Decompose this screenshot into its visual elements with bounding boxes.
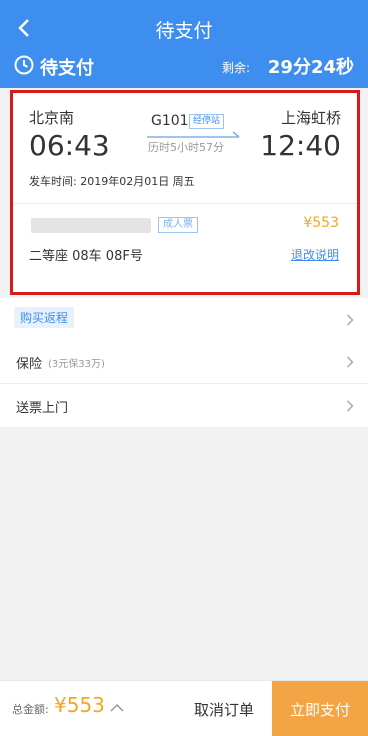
- cancel-order-button[interactable]: 取消订单: [180, 681, 268, 736]
- bottom-bar: 总金额: ¥553 取消订单 立即支付: [0, 680, 368, 736]
- chevron-right-icon: [346, 356, 354, 368]
- trip-duration: 历时5小时57分: [148, 141, 224, 154]
- ticket-card: 北京南 上海虹桥 06:43 12:40 G101 经停站 历时5小时57分 发…: [10, 90, 360, 295]
- route-arrow-icon: [147, 131, 240, 138]
- nav-bar: 待支付: [0, 8, 368, 48]
- departure-date: 发车时间: 2019年02月01日 周五: [29, 175, 195, 188]
- remaining-time: 29分24秒: [267, 57, 354, 78]
- seat-info: 二等座 08车 08F号: [29, 249, 143, 264]
- chevron-right-icon: [346, 314, 354, 326]
- total-amount: ¥553: [54, 693, 105, 717]
- chevron-up-icon[interactable]: [110, 703, 124, 712]
- departure-time: 06:43: [29, 129, 110, 162]
- refund-policy-link[interactable]: 退改说明: [291, 246, 339, 263]
- pay-now-button[interactable]: 立即支付: [272, 681, 368, 736]
- ticket-price: ¥553: [303, 215, 339, 231]
- remaining-label: 剩余:: [221, 61, 250, 75]
- chevron-right-icon: [346, 400, 354, 412]
- delivery-label: 送票上门: [16, 401, 69, 416]
- clock-icon: [14, 55, 34, 75]
- divider: [13, 203, 357, 204]
- arrival-time: 12:40: [260, 129, 341, 162]
- stops-link[interactable]: 经停站: [189, 114, 225, 129]
- arrival-station: 上海虹桥: [280, 109, 341, 127]
- buy-return-label: 购买返程: [14, 307, 75, 328]
- insurance-row[interactable]: 保险 (3元保33万): [0, 340, 368, 384]
- passenger-name-redacted: [31, 218, 151, 233]
- buy-return-row[interactable]: 购买返程: [0, 298, 368, 342]
- departure-station: 北京南: [29, 109, 75, 127]
- app-header: 待支付 待支付 剩余: 29分24秒: [0, 0, 368, 88]
- train-number: G101: [151, 113, 189, 129]
- insurance-label: 保险: [16, 357, 43, 372]
- order-status: 待支付: [40, 58, 94, 79]
- status-bar: 待支付 剩余: 29分24秒: [0, 50, 368, 84]
- delivery-row[interactable]: 送票上门: [0, 384, 368, 428]
- ticket-type-badge: 成人票: [158, 217, 198, 233]
- page-title: 待支付: [155, 20, 213, 42]
- insurance-sub: (3元保33万): [48, 359, 105, 370]
- total-label: 总金额:: [12, 703, 49, 716]
